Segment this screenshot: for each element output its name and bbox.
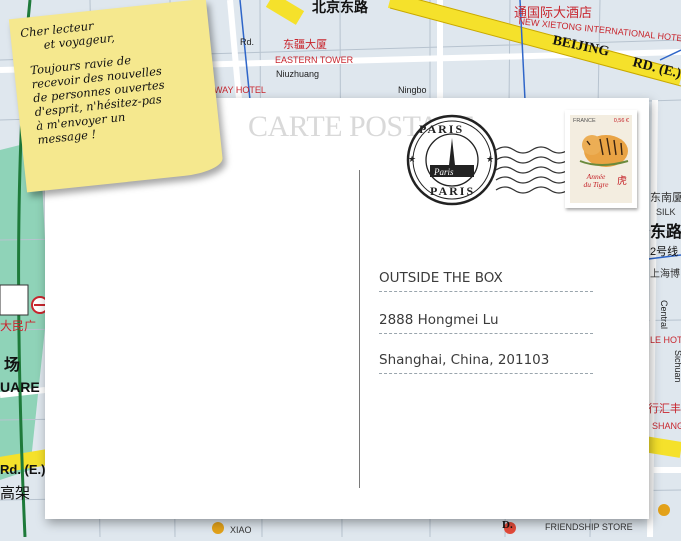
map-label-sichuan: Sichuan [673, 350, 681, 383]
sticky-body: Toujours ravie de recevoir des nouvelles… [30, 45, 218, 147]
map-label-ningbo: Ningbo [398, 85, 427, 95]
map-label-high: 高架 [0, 485, 31, 502]
map-label-central: Central [659, 300, 669, 330]
tiger-stamp: FRANCE 0,56 € Année du Tigre 虎 [565, 110, 637, 208]
address-line-recipient: OUTSIDE THE BOX [379, 267, 593, 292]
map-label-shangha: 上海博 [650, 269, 680, 280]
sticky-note: Cher lecteur et voyageur, Toujours ravie… [8, 0, 235, 204]
postmark-top-text: PARIS [419, 122, 465, 136]
stamp-artwork: FRANCE 0,56 € Année du Tigre 虎 [570, 115, 632, 203]
postmark-center-text: Paris [434, 167, 454, 177]
svg-text:★: ★ [486, 155, 494, 165]
map-label-east-road: 东路 [650, 224, 681, 241]
stamp-country: FRANCE [573, 118, 596, 124]
address-line-street: 2888 Hongmei Lu [379, 309, 593, 334]
tiger-icon [579, 135, 629, 167]
map-label-square: UARE [0, 379, 40, 395]
svg-text:★: ★ [408, 155, 416, 165]
postmark-bottom-text: PARIS [430, 184, 476, 198]
map-label-rd: Rd. [240, 37, 255, 47]
stamp-caption: Année du Tigre [578, 173, 614, 189]
map-label-field: 场 [4, 357, 21, 374]
map-label-niuzhuang: Niuzhuang [276, 69, 320, 79]
sticky-greeting: Cher lecteur et voyageur, [20, 17, 116, 55]
map-label-eastern-tower: EASTERN TOWER [275, 55, 354, 65]
map-label-friendship: FRIENDSHIP STORE [545, 522, 633, 532]
stamp-glyph: 虎 [617, 176, 627, 187]
map-label-silk: SILK [656, 207, 676, 217]
paris-postmark: ★ ★ PARIS Paris PARIS [404, 110, 572, 210]
map-label-beijing-road-cn: 北京东路 [312, 0, 368, 15]
map-label-d: D. [502, 519, 513, 531]
address-line-city: Shanghai, China, 201103 [379, 349, 593, 374]
map-label-dongnan: 东南厦 [650, 192, 681, 204]
map-label-line2: 2号线 [650, 246, 679, 258]
map-label-renmin: 大民广 [0, 319, 37, 333]
map-label-rd-e: Rd. (E.) [0, 462, 46, 477]
map-label-le-hotel: LE HOTEL [650, 335, 681, 345]
postcard-divider [359, 170, 360, 488]
stamp-caption-line2: du Tigre [583, 180, 609, 189]
map-label-eastern-tower-cn: 东疆大厦 [283, 39, 327, 51]
sticky-note-paper: Cher lecteur et voyageur, Toujours ravie… [8, 0, 224, 193]
map-label-shangh: SHANGH [652, 421, 681, 431]
stamp-price: 0,56 € [613, 118, 629, 124]
map-label-hangzhou: 行汇丰 [648, 403, 681, 415]
map-label-xiao: XIAO [230, 525, 252, 535]
